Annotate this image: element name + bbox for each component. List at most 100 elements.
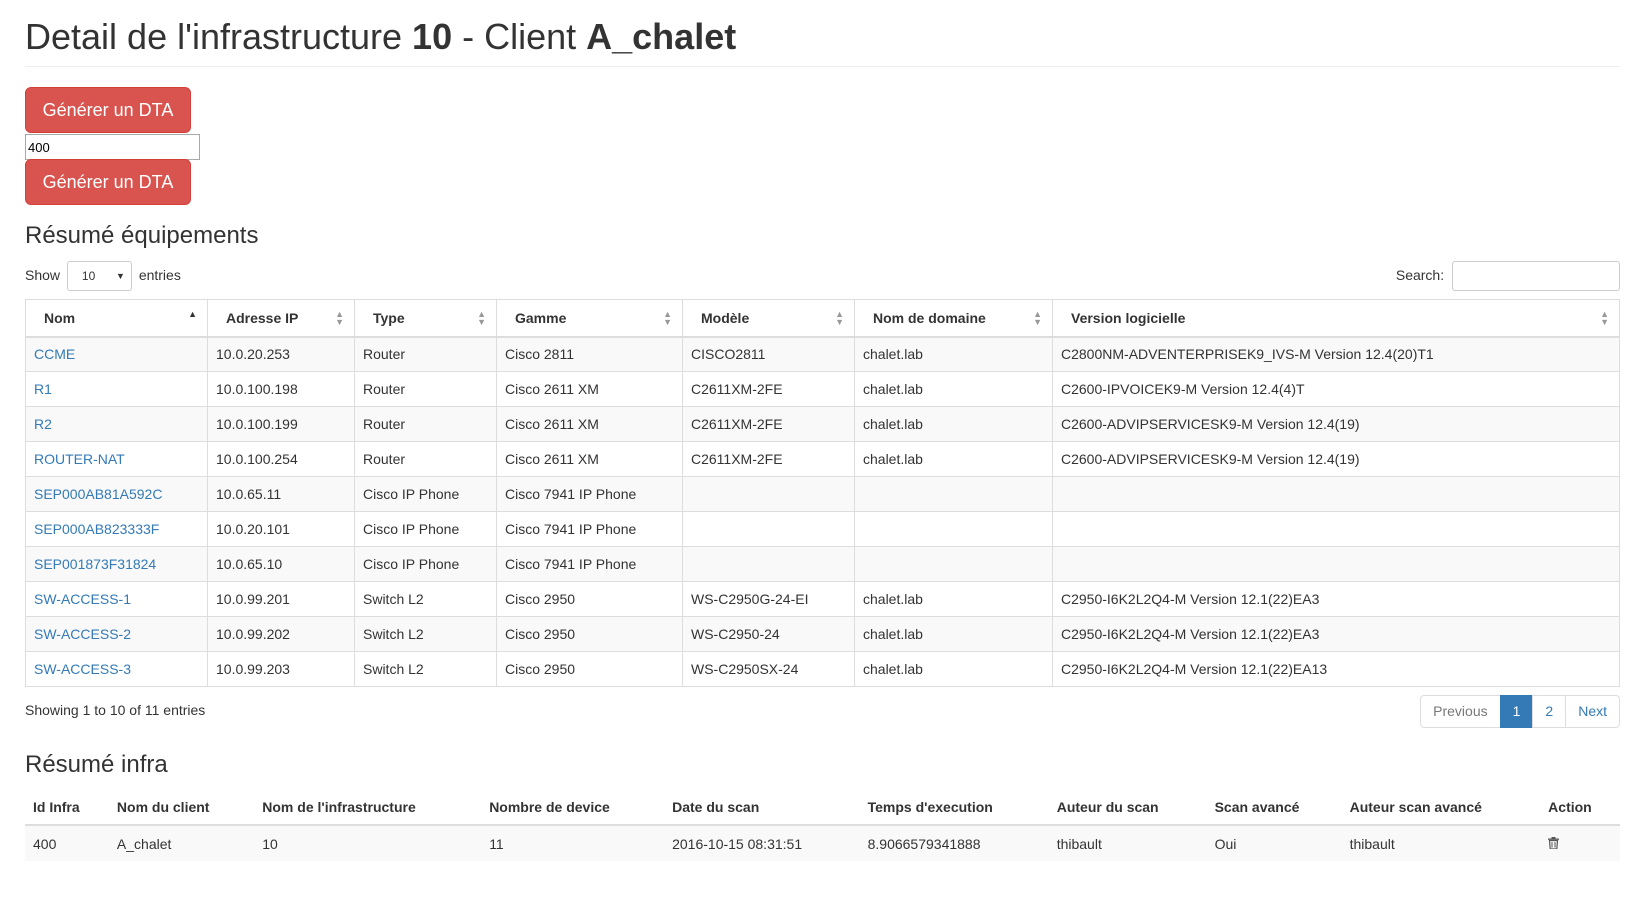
generate-dta-button[interactable]: Générer un DTA <box>25 87 191 133</box>
table-info: Showing 1 to 10 of 11 entries <box>25 702 206 718</box>
table-cell: C2611XM-2FE <box>682 406 855 442</box>
table-cell: 10.0.20.253 <box>207 336 355 372</box>
table-row: CCME 10.0.20.253 Router Cisco 2811 CISCO2811… <box>25 336 1620 372</box>
table-cell: Router <box>354 336 497 372</box>
equipment-header-row: Nom ▲ Adresse IP ▲ ▼ Type ▲ ▼ Gamme ▲ ▼ Modèle ▲ ▼ Nom… <box>25 299 1620 338</box>
table-cell <box>1052 546 1620 582</box>
table-cell: WS-C2950G-24-EI <box>682 581 855 617</box>
device-link[interactable]: R2 <box>34 416 52 432</box>
infra-section-title: Résumé infra <box>25 751 168 778</box>
sort-icon: ▲ ▼ <box>835 309 844 327</box>
pagination-page-2[interactable]: 2 <box>1532 695 1567 728</box>
infra-header-row: Id Infra Nom du client Nom de l'infrastruc… <box>25 790 1620 826</box>
show-label: Show <box>25 267 61 283</box>
title-prefix: Detail de l'infrastructure <box>25 16 413 57</box>
table-cell: Cisco 2611 XM <box>496 406 683 442</box>
trash-icon[interactable] <box>1548 836 1560 852</box>
column-header[interactable]: Version logicielle ▲ ▼ <box>1052 299 1620 338</box>
table-cell: Cisco 7941 IP Phone <box>496 546 683 582</box>
table-row: SEP000AB823333F 10.0.20.101 Cisco IP Phone… <box>25 511 1620 547</box>
device-link[interactable]: R1 <box>34 381 52 397</box>
device-link[interactable]: CCME <box>34 346 75 362</box>
infra-column-header: Scan avancé <box>1206 790 1342 826</box>
infra-column-header: Auteur du scan <box>1048 790 1207 826</box>
column-header[interactable]: Gamme ▲ ▼ <box>496 299 683 338</box>
table-row: SEP000AB81A592C 10.0.65.11 Cisco IP Phone C… <box>25 476 1620 512</box>
device-link[interactable]: SEP001873F31824 <box>34 556 156 572</box>
device-link[interactable]: SW-ACCESS-1 <box>34 591 131 607</box>
table-row: ROUTER-NAT 10.0.100.254 Router Cisco 2611 X… <box>25 441 1620 477</box>
column-header-label: Modèle <box>701 309 750 326</box>
table-cell: R2 <box>25 406 208 442</box>
table-row: SW-ACCESS-3 10.0.99.203 Switch L2 Cisco 295… <box>25 651 1620 687</box>
infra-column-header: Date du scan <box>664 790 860 826</box>
table-row: SW-ACCESS-2 10.0.99.202 Switch L2 Cisco 295… <box>25 616 1620 652</box>
infra-row: 400 A_chalet 10 11 2016-10-15 08:31:51 8.9066… <box>25 825 1620 861</box>
infra-column-header: Temps d'execution <box>859 790 1049 826</box>
device-link[interactable]: SEP000AB823333F <box>34 521 159 537</box>
pagination-previous[interactable]: Previous <box>1420 695 1501 728</box>
table-cell: Cisco 2611 XM <box>496 371 683 407</box>
table-row: R1 10.0.100.198 Router Cisco 2611 XM C2611XM… <box>25 371 1620 407</box>
table-cell: C2611XM-2FE <box>682 371 855 407</box>
equipment-table-body: CCME 10.0.20.253 Router Cisco 2811 CISCO2811… <box>25 336 1620 687</box>
table-cell <box>854 546 1053 582</box>
device-link[interactable]: ROUTER-NAT <box>34 451 125 467</box>
table-cell: chalet.lab <box>854 651 1053 687</box>
sort-icon: ▲ ▼ <box>477 309 486 327</box>
page-title: Detail de l'infrastructure 10 - Client A… <box>25 0 1620 67</box>
column-header-label: Nom <box>44 309 76 326</box>
table-cell: Switch L2 <box>354 581 497 617</box>
column-header-label: Adresse IP <box>226 309 299 326</box>
column-header-label: Gamme <box>515 309 567 326</box>
table-cell: ROUTER-NAT <box>25 441 208 477</box>
pagination-page-1[interactable]: 1 <box>1499 695 1534 728</box>
page-size-select[interactable]: 10 ▼ <box>66 261 132 292</box>
search-input[interactable] <box>1452 261 1620 292</box>
column-header[interactable]: Type ▲ ▼ <box>354 299 497 338</box>
infra-column-header: Nom de l'infrastructure <box>254 790 482 826</box>
table-cell: chalet.lab <box>854 581 1053 617</box>
sort-icon: ▲ ▼ <box>1033 309 1042 327</box>
table-cell: 10.0.65.10 <box>207 546 355 582</box>
table-cell: R1 <box>25 371 208 407</box>
table-cell: Router <box>354 441 497 477</box>
table-cell: C2800NM-ADVENTERPRISEK9_IVS-M Version 12… <box>1052 336 1620 372</box>
device-link[interactable]: SW-ACCESS-3 <box>34 661 131 677</box>
table-cell: SW-ACCESS-1 <box>25 581 208 617</box>
generate-dta-button-2[interactable]: Générer un DTA <box>25 159 191 205</box>
table-cell: Cisco 2611 XM <box>496 441 683 477</box>
sort-icon: ▲ ▼ <box>1600 309 1609 327</box>
table-cell: chalet.lab <box>854 616 1053 652</box>
table-cell <box>682 546 855 582</box>
device-link[interactable]: SEP000AB81A592C <box>34 486 162 502</box>
infra-cell: 10 <box>254 825 482 861</box>
table-cell: 10.0.100.254 <box>207 441 355 477</box>
table-cell: C2600-ADVIPSERVICESK9-M Version 12.4(19) <box>1052 441 1620 477</box>
device-link[interactable]: SW-ACCESS-2 <box>34 626 131 642</box>
table-row: SW-ACCESS-1 10.0.99.201 Switch L2 Cisco 295… <box>25 581 1620 617</box>
client-name: A_chalet <box>586 16 737 57</box>
column-header[interactable]: Nom de domaine ▲ ▼ <box>854 299 1053 338</box>
infra-column-header: Id Infra <box>25 790 109 826</box>
table-cell <box>682 476 855 512</box>
infra-id: 10 <box>412 16 453 57</box>
chevron-down-icon: ▼ <box>116 271 125 282</box>
sort-asc-icon: ▲ <box>188 309 197 319</box>
table-cell <box>854 476 1053 512</box>
table-cell: Cisco 2950 <box>496 581 683 617</box>
infra-cell: thibault <box>1048 825 1207 861</box>
column-header[interactable]: Nom ▲ <box>25 299 208 338</box>
equipment-table: Nom ▲ Adresse IP ▲ ▼ Type ▲ ▼ Gamme ▲ ▼ Modèle ▲ ▼ Nom… <box>25 299 1620 687</box>
equipment-section-title: Résumé équipements <box>25 222 259 249</box>
table-cell: SEP000AB823333F <box>25 511 208 547</box>
pagination-next[interactable]: Next <box>1565 695 1620 728</box>
infra-cell: Oui <box>1206 825 1342 861</box>
column-header[interactable]: Adresse IP ▲ ▼ <box>207 299 355 338</box>
column-header[interactable]: Modèle ▲ ▼ <box>682 299 855 338</box>
column-header-label: Type <box>373 309 405 326</box>
table-cell: WS-C2950-24 <box>682 616 855 652</box>
table-row: R2 10.0.100.199 Router Cisco 2611 XM C2611XM… <box>25 406 1620 442</box>
table-cell: SEP000AB81A592C <box>25 476 208 512</box>
dta-id-input[interactable] <box>25 134 200 160</box>
